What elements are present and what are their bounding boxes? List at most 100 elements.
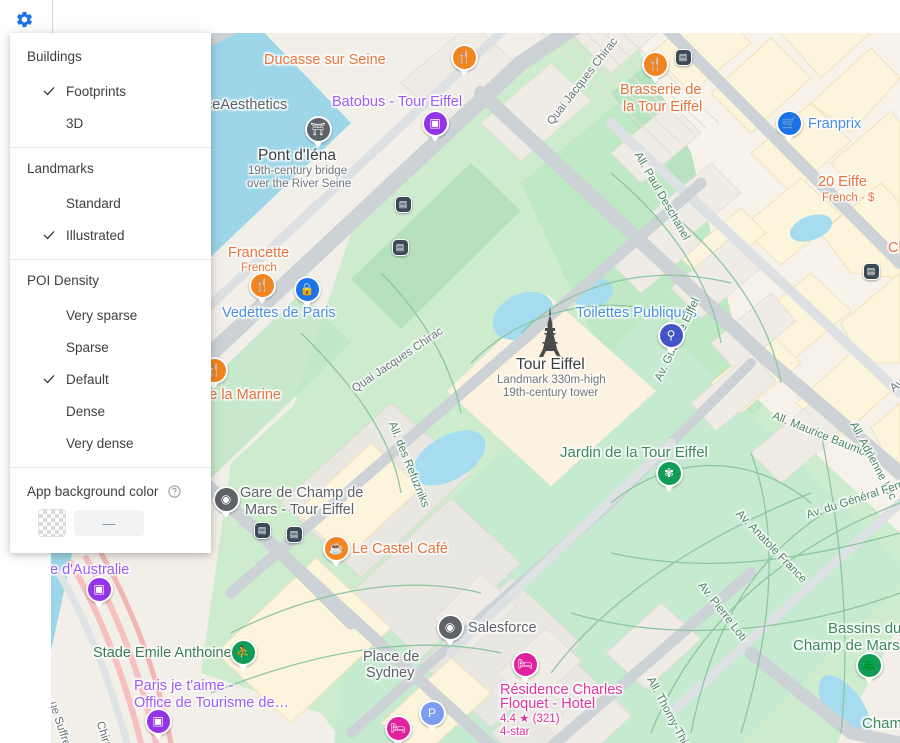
pin-tip [331, 559, 341, 567]
app-background-color-controls: — [10, 499, 211, 543]
menu-section-title-buildings: Buildings [27, 49, 82, 64]
menu-sections: Buildings Footprints 3D Landmarks Standard Il… [10, 36, 211, 459]
app-background-color-label: App background color [27, 484, 159, 499]
boat-pin-vedettes[interactable]: 🔒 [293, 275, 321, 308]
store-pin-franprix[interactable]: 🛒 [775, 109, 803, 142]
transparent-checker-swatch[interactable] [38, 509, 66, 537]
shopping-cart-icon: 🛒 [781, 116, 797, 130]
office-pin-salesforce[interactable]: ◉ [436, 613, 464, 646]
menu-item-label: Sparse [66, 339, 109, 355]
photo-icon: ▣ [152, 714, 164, 728]
menu-item-illustrated[interactable]: Illustrated [10, 219, 211, 251]
menu-item-footprints[interactable]: Footprints [10, 75, 211, 107]
attraction-pin-australie[interactable]: ▣ [85, 575, 113, 608]
restaurant-pin-ducasse[interactable]: 🍴 [450, 43, 478, 76]
bus-icon: ▤ [398, 198, 408, 209]
toolbar-divider [52, 0, 53, 33]
train-icon: ▤ [257, 524, 267, 535]
app-background-color-title-row: App background color [10, 484, 211, 499]
bus-icon: ▤ [289, 528, 299, 539]
hotel-pin-residence[interactable]: 🛏 [511, 650, 539, 683]
menu-item-label: Very dense [66, 435, 134, 451]
restaurant-icon: 🍴 [254, 278, 270, 292]
coffee-icon: ☕ [328, 541, 344, 555]
attraction-pin-batobus[interactable]: ▣ [421, 109, 449, 142]
app-background-color-section: App background color — [10, 468, 211, 549]
train-station-icon: ◉ [220, 492, 232, 506]
menu-item-default[interactable]: Default [10, 363, 211, 395]
menu-item-label: 3D [66, 115, 84, 131]
restaurant-icon: 🍴 [456, 50, 472, 64]
transit-pin-iena-1[interactable]: ▤ [394, 195, 412, 213]
menu-section-title-poi-density: POI Density [27, 273, 100, 288]
pin-tip [430, 134, 440, 142]
check-icon [42, 84, 56, 98]
menu-item-label: Illustrated [66, 227, 125, 243]
transit-pin-brasserie[interactable]: ▤ [674, 48, 692, 66]
pin-tip [666, 346, 676, 354]
check-icon [42, 228, 56, 242]
background-color-hex-field[interactable]: — [74, 510, 144, 536]
hotel-icon: 🛏 [517, 657, 533, 671]
pin-tip [664, 484, 674, 492]
restaurant-pin-brasserie[interactable]: 🍴 [641, 50, 669, 83]
menu-item-3d[interactable]: 3D [10, 107, 211, 139]
menu-item-label: Footprints [66, 83, 127, 99]
menu-item-standard[interactable]: Standard [10, 187, 211, 219]
bus-icon: ▤ [678, 51, 688, 62]
pin-tip [445, 638, 455, 646]
settings-menu-panel[interactable]: Buildings Footprints 3D Landmarks Standard Il… [10, 33, 211, 553]
restroom-icon: ⚲ [666, 328, 676, 342]
restaurant-pin-francette[interactable]: 🍴 [248, 271, 276, 304]
help-circle-icon[interactable] [167, 484, 182, 499]
photo-icon: ▣ [93, 582, 105, 596]
transit-pin-gare-2[interactable]: ▤ [285, 525, 303, 543]
menu-item-sparse[interactable]: Sparse [10, 331, 211, 363]
pin-tip [153, 732, 163, 740]
map-app: Ducasse sur Seine Brasserie de la Tour Eif… [0, 0, 900, 743]
park-pin-jardin[interactable]: ✾ [655, 459, 683, 492]
transit-pin-gare-1[interactable]: ▤ [253, 521, 271, 539]
parking-pin[interactable]: P [418, 699, 446, 732]
parking-icon: P [427, 706, 436, 720]
cafe-pin-castel[interactable]: ☕ [322, 534, 350, 567]
bridge-pin-pont-diena[interactable]: ⛩ [304, 115, 332, 148]
toolbar [0, 0, 900, 33]
pin-tip [784, 134, 794, 142]
menu-item-label: Dense [66, 403, 106, 419]
station-pin-champ-de-mars[interactable]: ◉ [212, 485, 240, 518]
menu-item-label: Default [66, 371, 109, 387]
pin-tip [221, 510, 231, 518]
toilets-pin[interactable]: ⚲ [657, 321, 685, 354]
stadium-pin-anthoine[interactable]: ⛹ [229, 638, 257, 671]
office-icon: ◉ [444, 620, 456, 634]
menu-item-very-sparse[interactable]: Very sparse [10, 299, 211, 331]
menu-item-label: Very sparse [66, 307, 138, 323]
pin-tip [257, 296, 267, 304]
bridge-icon: ⛩ [310, 122, 326, 136]
pin-tip [238, 663, 248, 671]
pin-tip [864, 676, 874, 684]
settings-gear-button[interactable] [13, 8, 35, 30]
pin-tip [393, 739, 403, 743]
menu-item-label: Standard [66, 195, 121, 211]
pin-tip [459, 68, 469, 76]
hotel-pin-left[interactable]: 🛏 [384, 714, 412, 743]
transit-pin-right[interactable]: ▤ [862, 262, 880, 280]
transit-pin-iena-2[interactable]: ▤ [391, 238, 409, 256]
pin-tip [302, 300, 312, 308]
bag-icon: 🔒 [299, 282, 315, 296]
menu-item-dense[interactable]: Dense [10, 395, 211, 427]
attraction-pin-tourisme[interactable]: ▣ [144, 707, 172, 740]
hotel-icon: 🛏 [390, 721, 406, 735]
pin-tip [427, 724, 437, 732]
park-pin-bassins[interactable]: 🌲 [855, 651, 883, 684]
pin-tip [520, 675, 530, 683]
menu-section-title-landmarks: Landmarks [27, 161, 94, 176]
pin-tip [94, 600, 104, 608]
pin-tip [650, 75, 660, 83]
pin-tip [313, 140, 323, 148]
photo-icon: ▣ [429, 116, 441, 130]
restaurant-icon: 🍴 [647, 57, 663, 71]
menu-item-very-dense[interactable]: Very dense [10, 427, 211, 459]
